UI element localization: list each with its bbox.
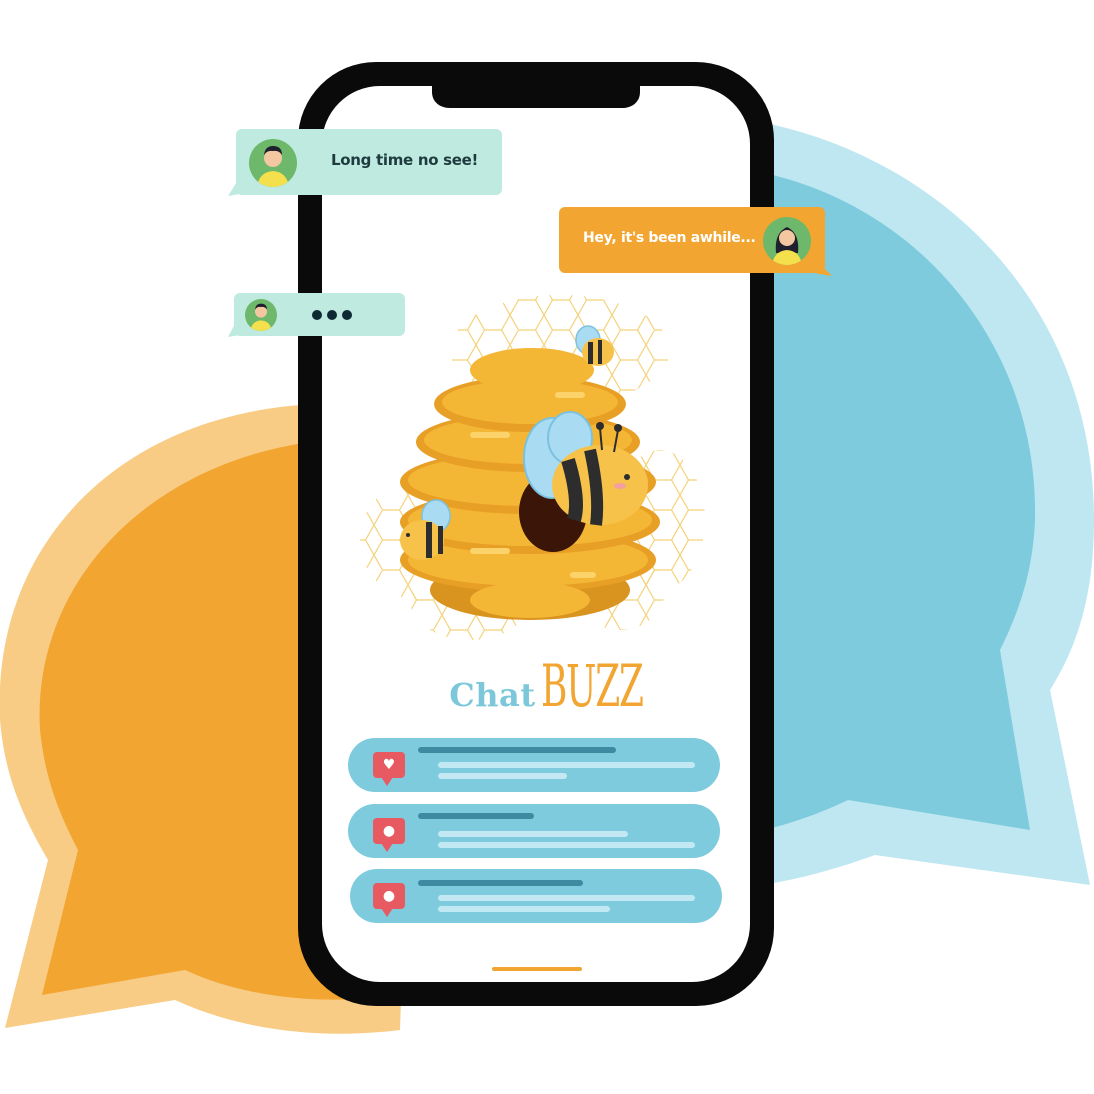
chat-bubble-outgoing: Hey, it's been awhile...: [559, 207, 825, 273]
row-title-placeholder: [418, 747, 616, 753]
row-title-placeholder: [418, 880, 583, 886]
woman-avatar-icon: [763, 217, 811, 265]
row-line-placeholder: [438, 762, 695, 768]
man-avatar-icon: [249, 139, 297, 187]
man-avatar-icon: [245, 299, 277, 331]
incoming-message-text: Long time no see!: [331, 151, 479, 169]
typing-dot: [312, 310, 322, 320]
typing-dot: [327, 310, 337, 320]
outgoing-message-text: Hey, it's been awhile...: [583, 230, 756, 246]
notification-row-user[interactable]: ●: [350, 869, 722, 923]
typing-indicator: [312, 310, 352, 320]
comment-icon: ●: [373, 818, 405, 852]
row-line-placeholder: [438, 895, 695, 901]
logo-buzz-text: BUZZ: [540, 652, 644, 720]
notification-row-comment[interactable]: ●: [348, 804, 720, 858]
beehive-illustration: [360, 295, 705, 640]
typing-dot: [342, 310, 352, 320]
heart-icon: ♥: [373, 752, 405, 786]
row-title-placeholder: [418, 813, 534, 819]
row-line-placeholder: [438, 831, 628, 837]
user-icon: ●: [373, 883, 405, 917]
chat-bubble-incoming: Long time no see!: [236, 129, 502, 195]
row-line-placeholder: [438, 842, 695, 848]
row-line-placeholder: [438, 906, 610, 912]
app-logo: Chat BUZZ: [0, 652, 1094, 720]
row-line-placeholder: [438, 773, 567, 779]
notification-row-like[interactable]: ♥: [348, 738, 720, 792]
logo-chat-text: Chat: [449, 676, 536, 714]
chat-bubble-typing: [234, 293, 405, 336]
